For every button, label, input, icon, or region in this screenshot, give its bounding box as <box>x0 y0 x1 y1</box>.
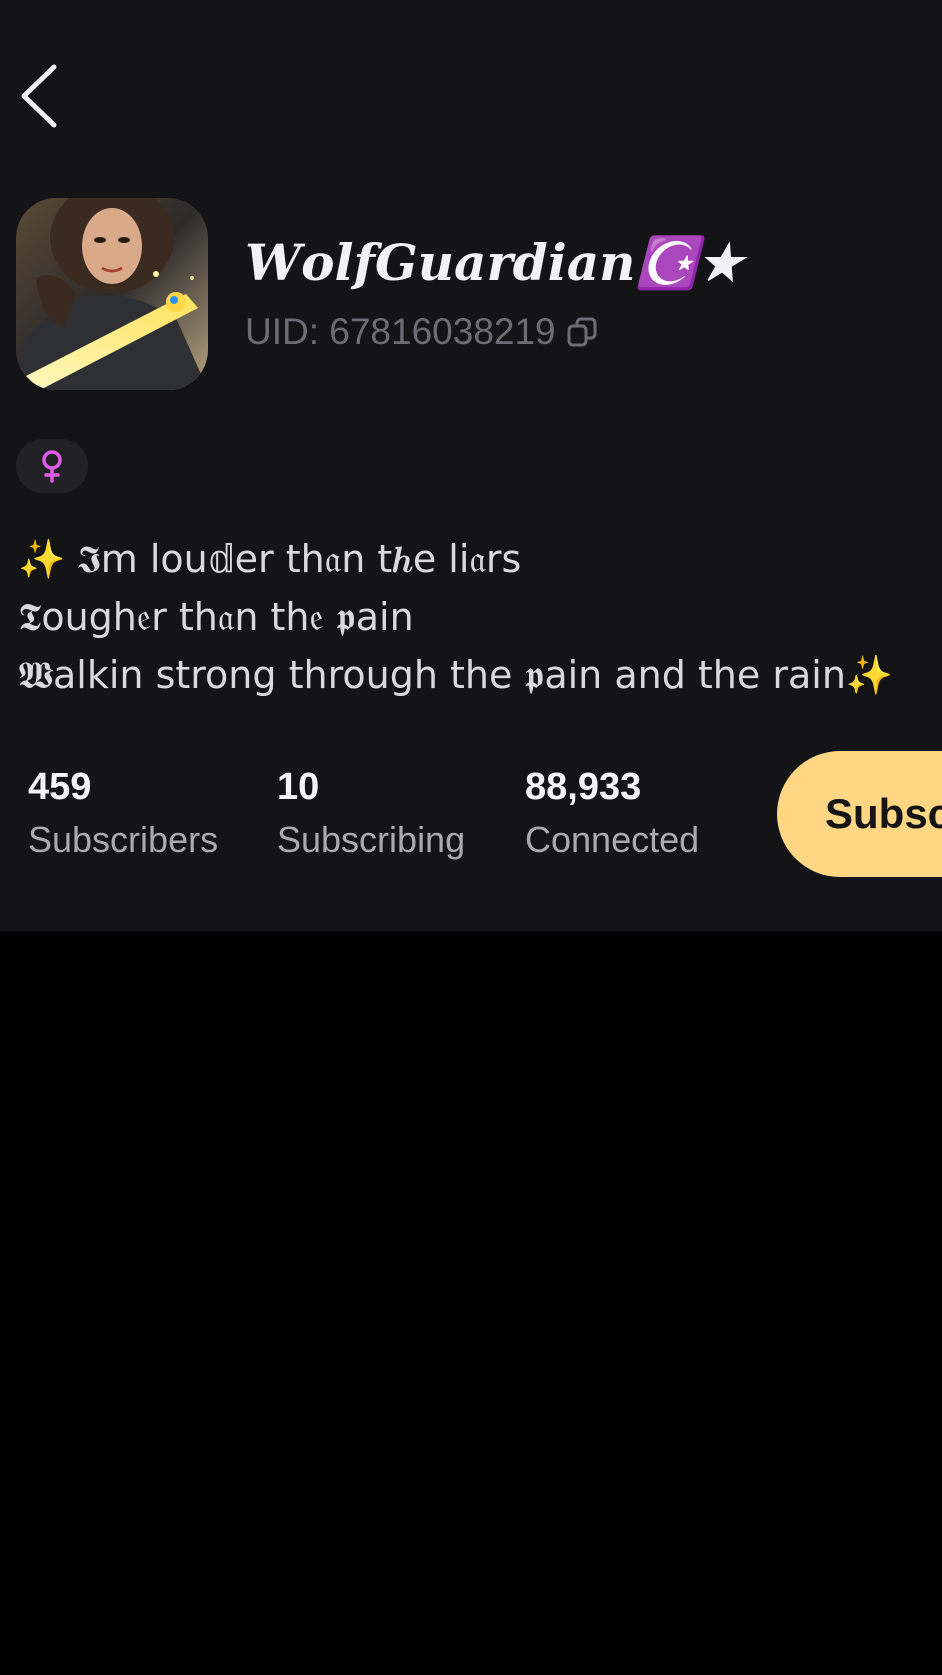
avatar-image <box>16 198 208 390</box>
copy-icon[interactable] <box>566 316 598 348</box>
empty-area <box>0 931 942 1675</box>
bio-line: 𝕿ough𝔢r th𝔞n th𝔢 𝖕ain <box>18 595 414 639</box>
stat-label: Connected <box>525 819 700 860</box>
chevron-left-icon <box>21 64 57 128</box>
bio-line: ✨ 𝕴m lou𝕕er th𝔞n t𝒉e li𝔞rs <box>18 537 522 581</box>
bio: ✨ 𝕴m lou𝕕er th𝔞n t𝒉e li𝔞rs 𝕿ough𝔢r th𝔞n … <box>18 530 933 704</box>
female-symbol-icon <box>42 450 62 483</box>
avatar[interactable] <box>16 198 208 390</box>
bio-line: 𝖂alkin strong through the 𝖕ain and the r… <box>18 653 894 697</box>
profile-panel: 𝑾𝒐𝒍𝒇𝑮𝒖𝒂𝒓𝒅𝒊𝒂𝒏☪️★ UID: 67816038219 ✨ 𝕴m lo… <box>0 0 942 931</box>
stat-value: 459 <box>28 766 92 808</box>
gender-badge <box>16 439 88 493</box>
back-button[interactable] <box>12 58 72 134</box>
stat-label: Subscribing <box>277 819 466 860</box>
stat-value: 10 <box>277 766 320 808</box>
uid-row: UID: 67816038219 <box>245 310 598 354</box>
uid-text: UID: 67816038219 <box>245 311 556 352</box>
display-name: 𝑾𝒐𝒍𝒇𝑮𝒖𝒂𝒓𝒅𝒊𝒂𝒏☪️★ <box>245 233 743 292</box>
stat-subscribing[interactable]: 10 Subscribing <box>277 762 465 862</box>
stat-value: 88,933 <box>525 766 642 808</box>
stat-connected[interactable]: 88,933 Connected <box>525 762 699 862</box>
stat-subscribers[interactable]: 459 Subscribers <box>28 762 218 862</box>
subscribe-button[interactable]: Subscribe <box>777 751 942 877</box>
stat-label: Subscribers <box>28 819 219 860</box>
